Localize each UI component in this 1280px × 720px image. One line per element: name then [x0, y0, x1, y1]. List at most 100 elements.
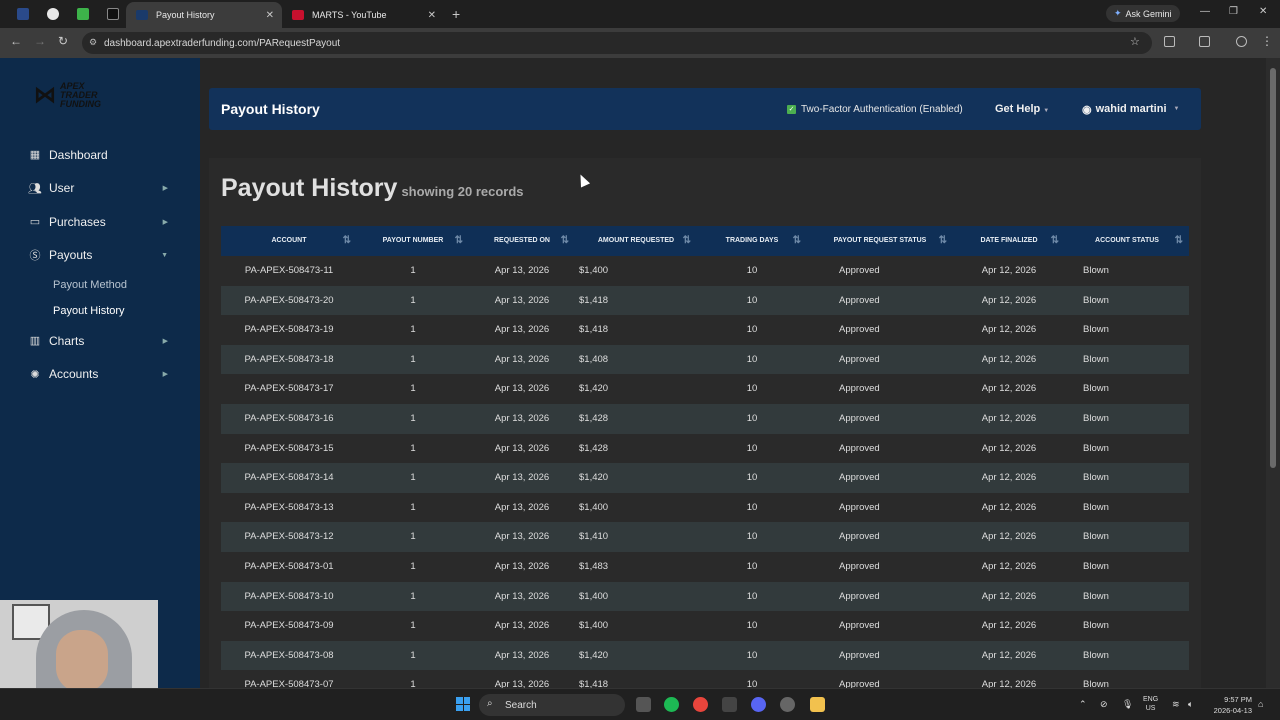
sidebar-item-dashboard[interactable]: ▦ Dashboard — [0, 138, 200, 172]
microphone-icon[interactable]: 🎙︎ — [1122, 699, 1133, 710]
table-row[interactable]: PA-APEX-508473-11 1 Apr 13, 2026 $1,400 10 Ap… — [221, 256, 1189, 286]
table-row[interactable]: PA-APEX-508473-15 1 Apr 13, 2026 $1,428 10 Ap… — [221, 433, 1189, 464]
taskbar-clock[interactable]: 9:57 PM 2026-04-13 — [1206, 694, 1252, 716]
sidepanel-icon[interactable] — [1199, 36, 1210, 47]
sidebar-subitem-payout-history[interactable]: Payout History — [0, 298, 200, 324]
spotify-icon[interactable] — [664, 697, 679, 712]
table-cell: PA-APEX-508473-20 — [244, 294, 334, 306]
column-header[interactable]: PAYOUT NUMBER ⇅ — [357, 226, 469, 256]
settings-app-icon[interactable] — [780, 697, 795, 712]
table-cell: Apr 12, 2026 — [981, 265, 1037, 276]
forward-icon[interactable]: → — [34, 34, 46, 48]
wifi-icon[interactable]: ≋ — [1172, 699, 1180, 710]
pinned-tab-1[interactable] — [10, 3, 36, 25]
column-header[interactable]: REQUESTED ON ⇅ — [469, 226, 575, 256]
table-cell: 10 — [746, 649, 758, 661]
minimize-icon[interactable]: — — [1200, 6, 1210, 17]
profile-icon[interactable] — [1236, 36, 1247, 47]
table-row[interactable]: PA-APEX-508473-20 1 Apr 13, 2026 $1,418 10 Ap… — [221, 285, 1189, 316]
table-cell: PA-APEX-508473-14 — [244, 472, 334, 484]
table-cell: Apr 12, 2026 — [981, 472, 1037, 484]
site-info-icon[interactable]: ⚙ — [89, 37, 97, 48]
user-menu[interactable]: ◉ wahid martini ▼ — [1082, 103, 1179, 116]
table-row[interactable]: PA-APEX-508473-16 1 Apr 13, 2026 $1,428 10 Ap… — [221, 403, 1189, 434]
column-header[interactable]: TRADING DAYS ⇅ — [697, 226, 807, 256]
table-row[interactable]: PA-APEX-508473-10 1 Apr 13, 2026 $1,400 10 Ap… — [221, 581, 1189, 612]
table-cell: Approved — [839, 265, 880, 276]
scrollbar-thumb[interactable] — [1270, 68, 1276, 468]
file-explorer-icon[interactable] — [810, 697, 825, 712]
table-cell: Apr 12, 2026 — [981, 620, 1037, 632]
volume-icon[interactable]: 🔈︎ — [1188, 699, 1193, 710]
table-cell: Apr 12, 2026 — [981, 560, 1037, 572]
tab-youtube[interactable]: MARTS - YouTube ✕ — [282, 2, 444, 28]
sidebar-subitem-payout-method[interactable]: Payout Method — [0, 272, 200, 298]
close-icon[interactable]: ✕ — [266, 10, 274, 21]
column-header[interactable]: DATE FINALIZED ⇅ — [953, 226, 1065, 256]
taskbar-search[interactable]: ⌕ Search — [479, 694, 625, 716]
tray-chevron-up-icon[interactable]: ⌃ — [1079, 699, 1087, 710]
table-row[interactable]: PA-APEX-508473-14 1 Apr 13, 2026 $1,420 10 Ap… — [221, 463, 1189, 493]
table-row[interactable]: PA-APEX-508473-12 1 Apr 13, 2026 $1,410 10 Ap… — [221, 522, 1189, 552]
column-header[interactable]: AMOUNT REQUESTED ⇅ — [575, 226, 697, 256]
table-row[interactable]: PA-APEX-508473-19 1 Apr 13, 2026 $1,418 10 Ap… — [221, 315, 1189, 345]
language-indicator[interactable]: ENG US — [1143, 695, 1158, 713]
sort-icon[interactable]: ⇅ — [793, 226, 801, 256]
table-row[interactable]: PA-APEX-508473-01 1 Apr 13, 2026 $1,483 10 Ap… — [221, 551, 1189, 582]
column-header[interactable]: PAYOUT REQUEST STATUS ⇅ — [807, 226, 953, 256]
close-icon[interactable]: ✕ — [428, 10, 436, 21]
new-tab-icon[interactable]: + — [452, 6, 460, 22]
notification-icon[interactable]: ⌂ — [1258, 699, 1263, 709]
window-close-icon[interactable]: ✕ — [1259, 6, 1267, 17]
get-help-dropdown[interactable]: Get Help ▼ — [995, 103, 1049, 115]
column-header[interactable]: ACCOUNT ⇅ — [221, 226, 357, 256]
address-bar[interactable]: ⚙ dashboard.apextraderfunding.com/PARequ… — [82, 32, 1152, 54]
table-cell: Apr 12, 2026 — [981, 324, 1037, 336]
table-row[interactable]: PA-APEX-508473-18 1 Apr 13, 2026 $1,408 10 Ap… — [221, 344, 1189, 375]
sort-icon[interactable]: ⇅ — [939, 226, 947, 256]
page-scrollbar[interactable] — [1266, 58, 1280, 688]
windows-start-icon[interactable] — [456, 697, 470, 711]
sort-icon[interactable]: ⇅ — [1175, 226, 1183, 256]
table-cell: Apr 12, 2026 — [981, 442, 1037, 454]
pinned-tab-tv[interactable] — [100, 3, 126, 25]
pinned-tab-check[interactable] — [70, 3, 96, 25]
table-cell: 1 — [410, 620, 416, 632]
sort-icon[interactable]: ⇅ — [683, 226, 691, 256]
discord-icon[interactable] — [751, 697, 766, 712]
restore-icon[interactable]: ❐ — [1229, 6, 1238, 17]
table-cell: PA-APEX-508473-09 — [244, 620, 334, 632]
bookmark-star-icon[interactable]: ☆ — [1130, 35, 1140, 48]
extensions-icon[interactable] — [1164, 36, 1175, 47]
two-factor-status[interactable]: ✓ Two-Factor Authentication (Enabled) — [787, 104, 963, 115]
column-header[interactable]: ACCOUNT STATUS ⇅ — [1065, 226, 1189, 256]
sidebar-item-charts[interactable]: ▥ Charts ▶ — [0, 324, 200, 358]
sidebar-item-user[interactable]: 👥︎ User ▶ — [0, 172, 200, 206]
apex-logo[interactable]: ⋈ APEX TRADER FUNDING — [34, 78, 169, 112]
table-row[interactable]: PA-APEX-508473-13 1 Apr 13, 2026 $1,400 10 Ap… — [221, 492, 1189, 523]
task-view-icon[interactable] — [636, 697, 651, 712]
table-cell: 1 — [410, 383, 416, 395]
sort-icon[interactable]: ⇅ — [455, 226, 463, 256]
table-row[interactable]: PA-APEX-508473-09 1 Apr 13, 2026 $1,400 10 Ap… — [221, 611, 1189, 641]
sidebar-item-payouts[interactable]: Ⓢ Payouts ▼ — [0, 239, 200, 273]
table-row[interactable]: PA-APEX-508473-17 1 Apr 13, 2026 $1,420 10 Ap… — [221, 374, 1189, 404]
reload-icon[interactable]: ↻ — [58, 34, 68, 48]
pinned-tab-google[interactable] — [40, 3, 66, 25]
table-cell: Approved — [839, 383, 880, 395]
sort-icon[interactable]: ⇅ — [343, 226, 351, 256]
table-row[interactable]: PA-APEX-508473-08 1 Apr 13, 2026 $1,420 10 Ap… — [221, 640, 1189, 671]
sort-icon[interactable]: ⇅ — [1051, 226, 1059, 256]
chrome-icon[interactable] — [693, 697, 708, 712]
app-icon[interactable] — [722, 697, 737, 712]
menu-dots-icon[interactable]: ⋮ — [1261, 34, 1273, 48]
browser-toolbar: ← → ↻ ⚙ dashboard.apextraderfunding.com/… — [0, 28, 1280, 58]
table-cell: Apr 13, 2026 — [494, 294, 550, 306]
network-icon[interactable]: ⊘ — [1100, 699, 1108, 710]
tab-payout-history[interactable]: Payout History ✕ — [126, 2, 282, 28]
sidebar-item-purchases[interactable]: ▭ Purchases ▶ — [0, 205, 200, 239]
back-icon[interactable]: ← — [10, 34, 22, 48]
sidebar-item-accounts[interactable]: ✺ Accounts ▶ — [0, 358, 200, 392]
ask-gemini-button[interactable]: ✦ Ask Gemini — [1106, 5, 1180, 22]
sort-icon[interactable]: ⇅ — [561, 226, 569, 256]
